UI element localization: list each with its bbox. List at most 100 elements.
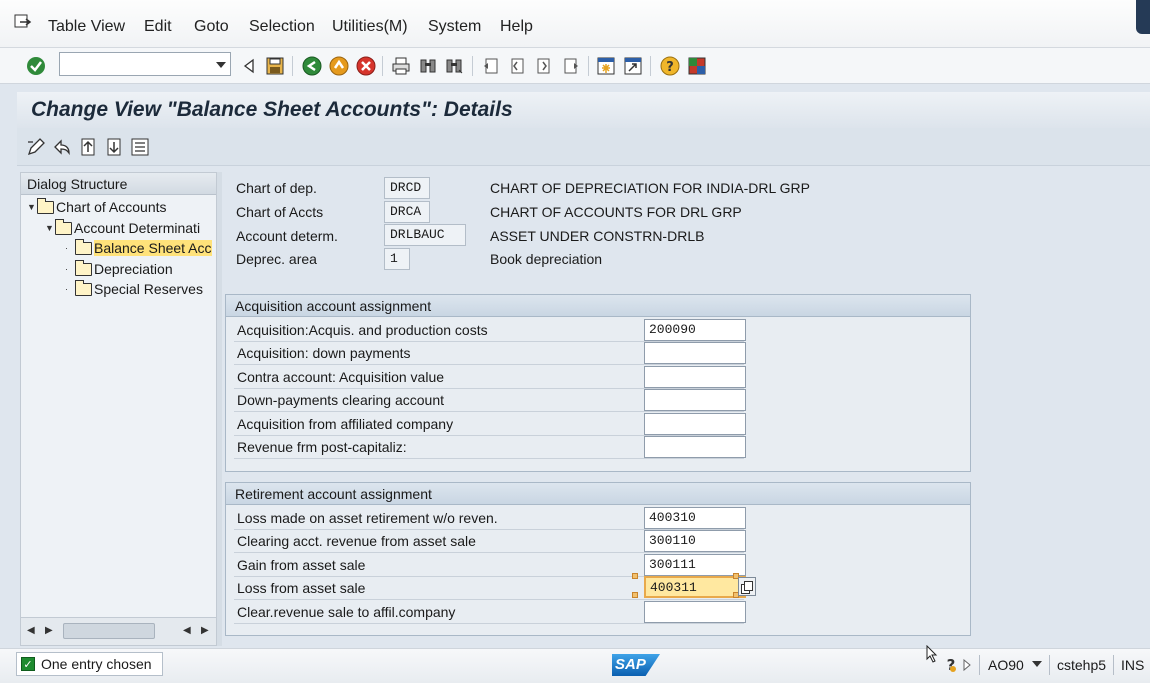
row-label: Acquisition from affiliated company: [237, 416, 454, 432]
scroll-right-icon[interactable]: ▶: [201, 625, 209, 636]
application-toolbar: [17, 128, 1150, 166]
last-page-icon[interactable]: [560, 55, 582, 77]
next-page-icon[interactable]: [533, 55, 555, 77]
exit-icon[interactable]: [328, 55, 350, 77]
row-label: Gain from asset sale: [237, 557, 366, 573]
menu-help[interactable]: Help: [500, 18, 533, 36]
tree-item-depreciation[interactable]: · Depreciation: [65, 259, 173, 279]
tree-item-special-reserves[interactable]: · Special Reserves: [65, 279, 203, 299]
transaction-code[interactable]: AO90: [988, 657, 1024, 673]
ret-gain-from-sale-input[interactable]: 300111: [644, 554, 746, 576]
label-chart-of-accts: Chart of Accts: [236, 204, 324, 220]
acq-post-capitalization-input[interactable]: [644, 436, 746, 458]
retirement-group-title: Retirement account assignment: [226, 483, 970, 505]
save-icon[interactable]: [264, 55, 286, 77]
back-icon[interactable]: [301, 55, 323, 77]
label-chart-of-dep: Chart of dep.: [236, 180, 317, 196]
shortcut-icon[interactable]: [622, 55, 644, 77]
tree-item-label[interactable]: Account Determinati: [74, 220, 200, 236]
acq-contra-account-input[interactable]: [644, 366, 746, 388]
command-input[interactable]: [60, 53, 208, 75]
scroll-left-icon[interactable]: ◀: [27, 625, 35, 636]
prev-page-icon[interactable]: [506, 55, 528, 77]
scroll-thumb[interactable]: [63, 623, 155, 639]
ret-clearing-revenue-input[interactable]: 300110: [644, 530, 746, 552]
system-menu-icon[interactable]: [14, 14, 32, 30]
system-help-icon[interactable]: ?: [944, 656, 958, 674]
tree-item-chart-of-accounts[interactable]: ▼ Chart of Accounts: [27, 197, 167, 217]
menu-utilities[interactable]: Utilities(M): [332, 18, 408, 36]
ret-clear-revenue-affil-input[interactable]: [644, 601, 746, 623]
help-icon[interactable]: ?: [659, 55, 681, 77]
row-label: Down-payments clearing account: [237, 392, 444, 408]
scroll-left-icon[interactable]: ◀: [183, 625, 191, 636]
menu-edit[interactable]: Edit: [144, 18, 172, 36]
enter-check-icon[interactable]: [25, 55, 47, 77]
title-bar: Change View "Balance Sheet Accounts": De…: [17, 92, 1150, 128]
acq-down-payments-input[interactable]: [644, 342, 746, 364]
field-deprec-area: 1: [384, 248, 410, 270]
menu-goto[interactable]: Goto: [194, 18, 229, 36]
acq-down-payments-clearing-input[interactable]: [644, 389, 746, 411]
ret-loss-from-sale-input[interactable]: 400311: [644, 576, 746, 598]
undo-icon[interactable]: [51, 136, 73, 158]
ret-row-clearing-revenue: Clearing acct. revenue from asset sale 3…: [234, 530, 746, 553]
ret-loss-without-revenue-input[interactable]: 400310: [644, 507, 746, 529]
ret-row-clear-revenue-affil: Clear.revenue sale to affil.company: [234, 601, 746, 624]
field-account-determ: DRLBAUC: [384, 224, 466, 246]
previous-entry-icon[interactable]: [77, 136, 99, 158]
dialog-structure-heading: Dialog Structure: [21, 173, 216, 195]
row-label: Clear.revenue sale to affil.company: [237, 604, 456, 620]
tree-item-label[interactable]: Depreciation: [94, 261, 173, 277]
menu-bar: Table View Edit Goto Selection Utilities…: [0, 0, 1150, 48]
tree-item-label[interactable]: Balance Sheet Acc: [94, 240, 212, 256]
retirement-group: Retirement account assignment Loss made …: [225, 482, 971, 636]
menu-selection[interactable]: Selection: [249, 18, 315, 36]
scroll-right-icon[interactable]: ▶: [45, 625, 53, 636]
menu-system[interactable]: System: [428, 18, 481, 36]
expanded-icon[interactable]: ▼: [27, 202, 37, 212]
folder-icon: [75, 279, 92, 296]
next-entry-icon[interactable]: [103, 136, 125, 158]
tree-item-balance-sheet-accounts[interactable]: · Balance Sheet Acc: [65, 238, 217, 258]
acq-production-costs-input[interactable]: 200090: [644, 319, 746, 341]
expanded-icon[interactable]: ▼: [45, 223, 55, 233]
tree-item-account-determination[interactable]: ▼ Account Determinati: [45, 218, 217, 238]
panel-splitter[interactable]: [217, 172, 222, 646]
server-name: cstehp5: [1057, 657, 1107, 673]
chevron-down-icon[interactable]: [1032, 661, 1042, 667]
find-icon[interactable]: [417, 55, 439, 77]
command-field[interactable]: [59, 52, 231, 76]
success-check-icon: ✓: [21, 657, 35, 671]
edit-icon[interactable]: [25, 136, 47, 158]
desc-deprec-area: Book depreciation: [490, 251, 603, 267]
tree-item-label[interactable]: Special Reserves: [94, 281, 203, 297]
acquisition-group-title: Acquisition account assignment: [226, 295, 970, 317]
acq-affiliated-company-input[interactable]: [644, 413, 746, 435]
menu-table-view[interactable]: Table View: [48, 18, 125, 36]
create-session-icon[interactable]: [595, 55, 617, 77]
print-icon[interactable]: [390, 55, 412, 77]
back-triangle-icon[interactable]: [238, 55, 260, 77]
tree-item-label[interactable]: Chart of Accounts: [56, 199, 167, 215]
find-next-icon[interactable]: [443, 55, 465, 77]
acq-row-production-costs: Acquisition:Acquis. and production costs…: [234, 319, 746, 342]
value-help-button[interactable]: [738, 577, 756, 596]
cancel-icon[interactable]: [355, 55, 377, 77]
customize-layout-icon[interactable]: [686, 55, 708, 77]
folder-icon: [75, 259, 92, 276]
ret-row-loss-from-sale: Loss from asset sale 400311: [234, 576, 746, 600]
status-bar: [0, 648, 1150, 683]
desc-account-determ: ASSET UNDER CONSTRN-DRLB: [490, 228, 705, 244]
row-label: Revenue frm post-capitaliz:: [237, 439, 407, 455]
folder-icon: [37, 197, 54, 214]
insert-mode[interactable]: INS: [1121, 657, 1144, 673]
folder-icon: [55, 218, 72, 235]
tree-horizontal-scrollbar[interactable]: ◀ ▶ ◀ ▶: [21, 617, 216, 645]
first-page-icon[interactable]: [480, 55, 502, 77]
variable-list-icon[interactable]: [129, 136, 151, 158]
ret-row-loss-without-revenue: Loss made on asset retirement w/o reven.…: [234, 507, 746, 530]
selection-handle: [632, 573, 638, 579]
chevron-down-icon[interactable]: [216, 62, 226, 68]
expand-status-icon[interactable]: [962, 658, 972, 672]
